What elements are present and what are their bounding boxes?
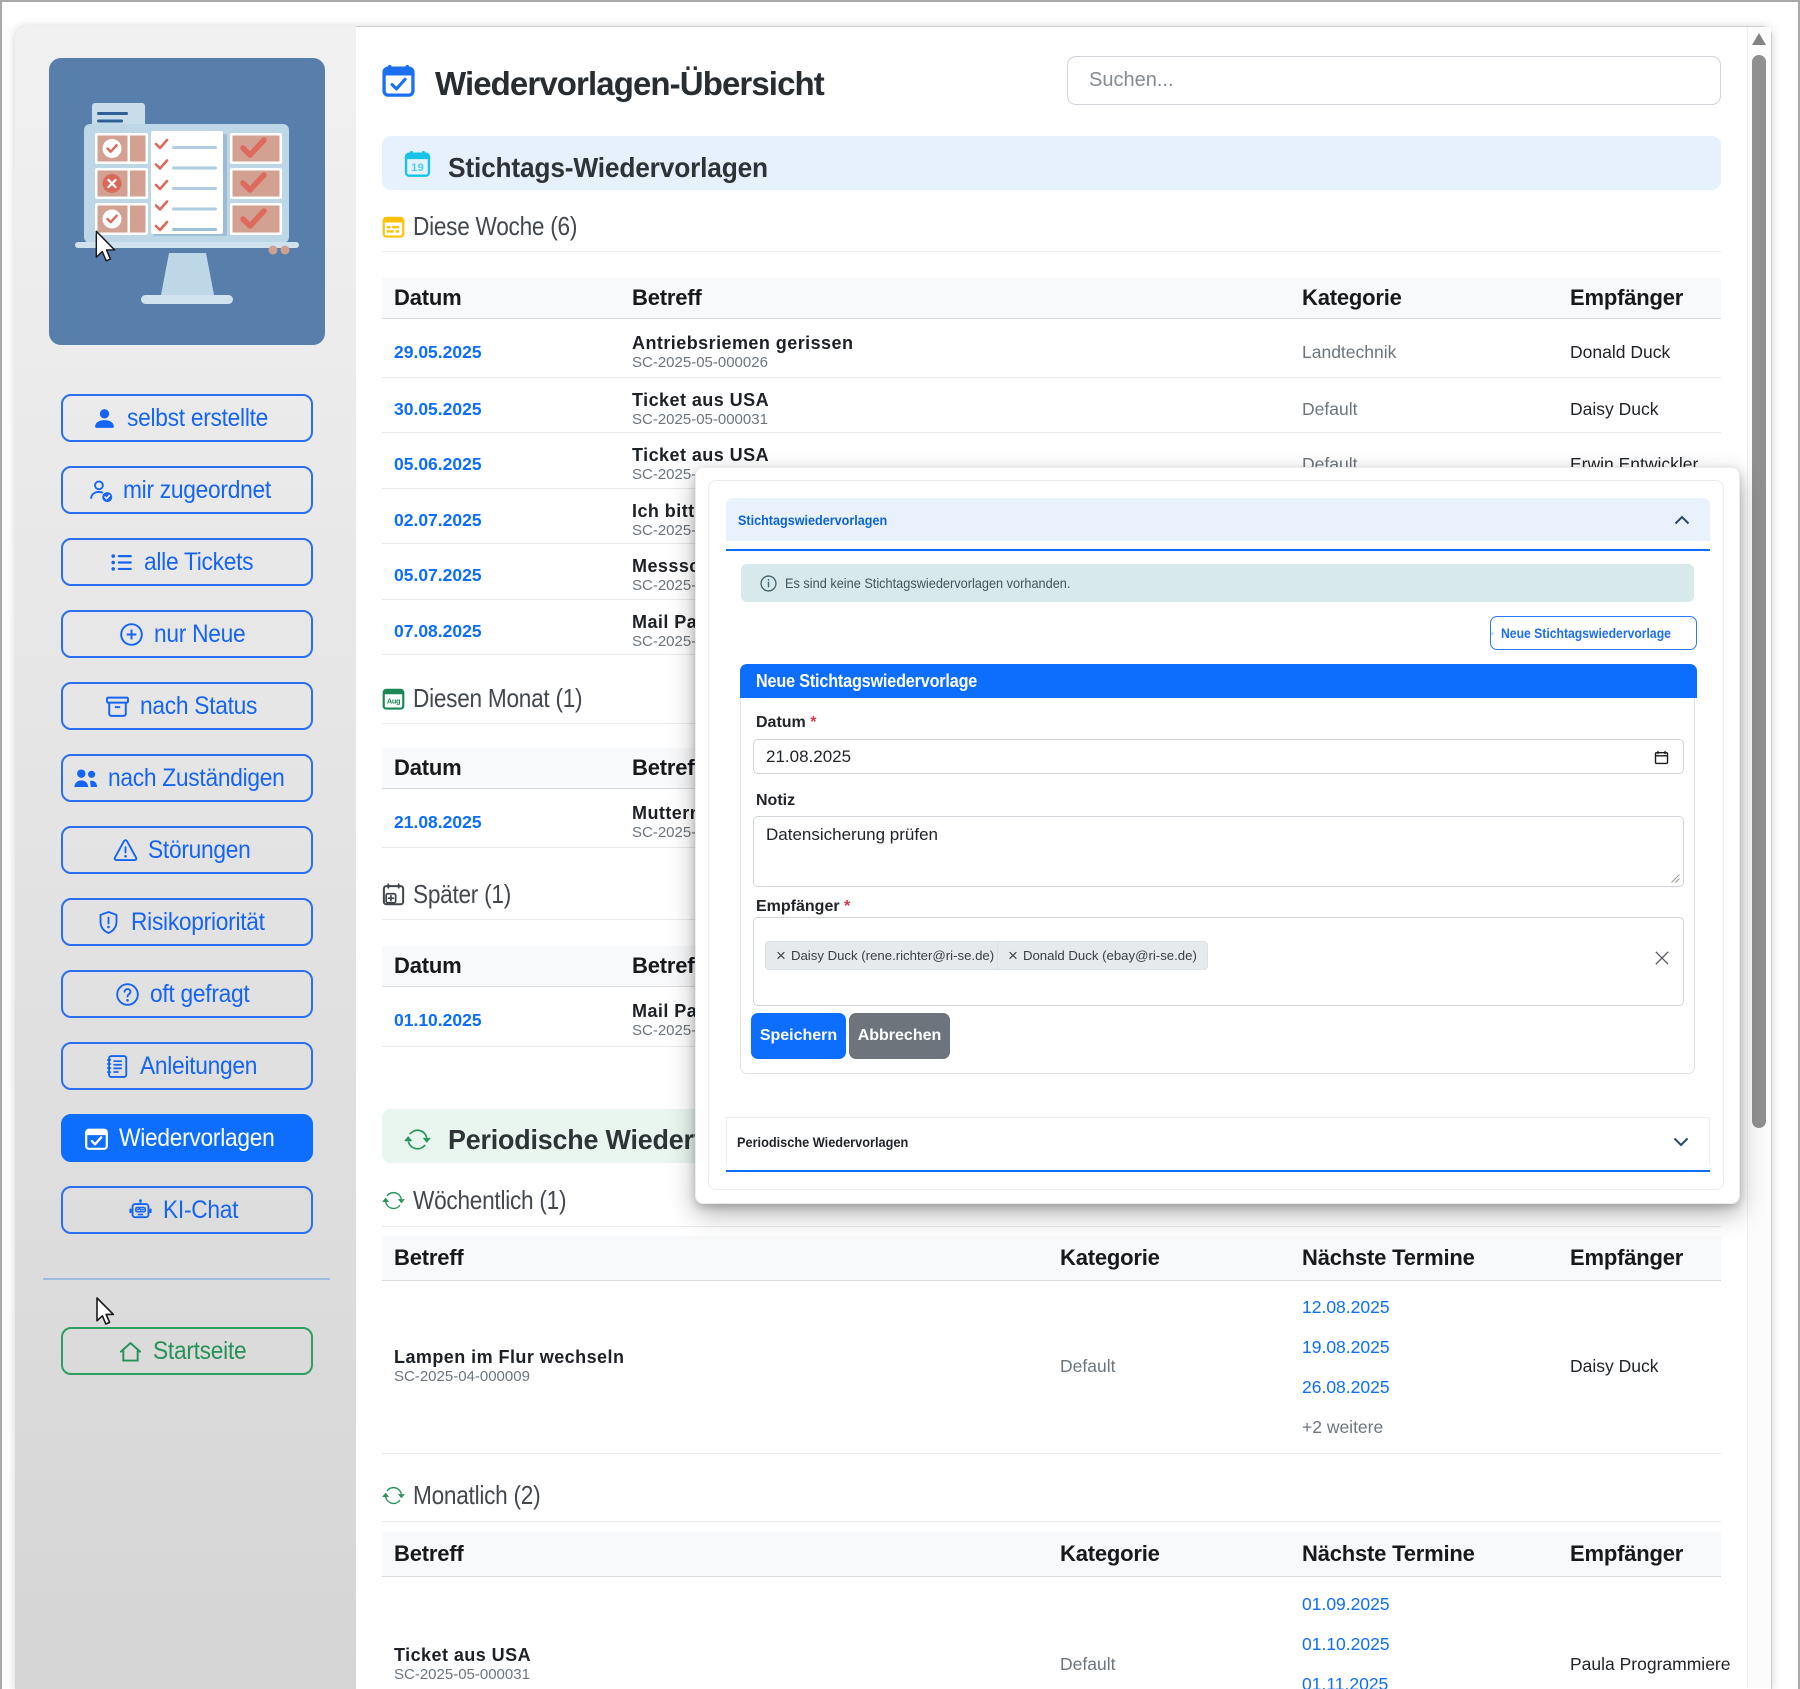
svg-text:Aug: Aug	[387, 697, 401, 706]
svg-text:19: 19	[411, 162, 424, 174]
